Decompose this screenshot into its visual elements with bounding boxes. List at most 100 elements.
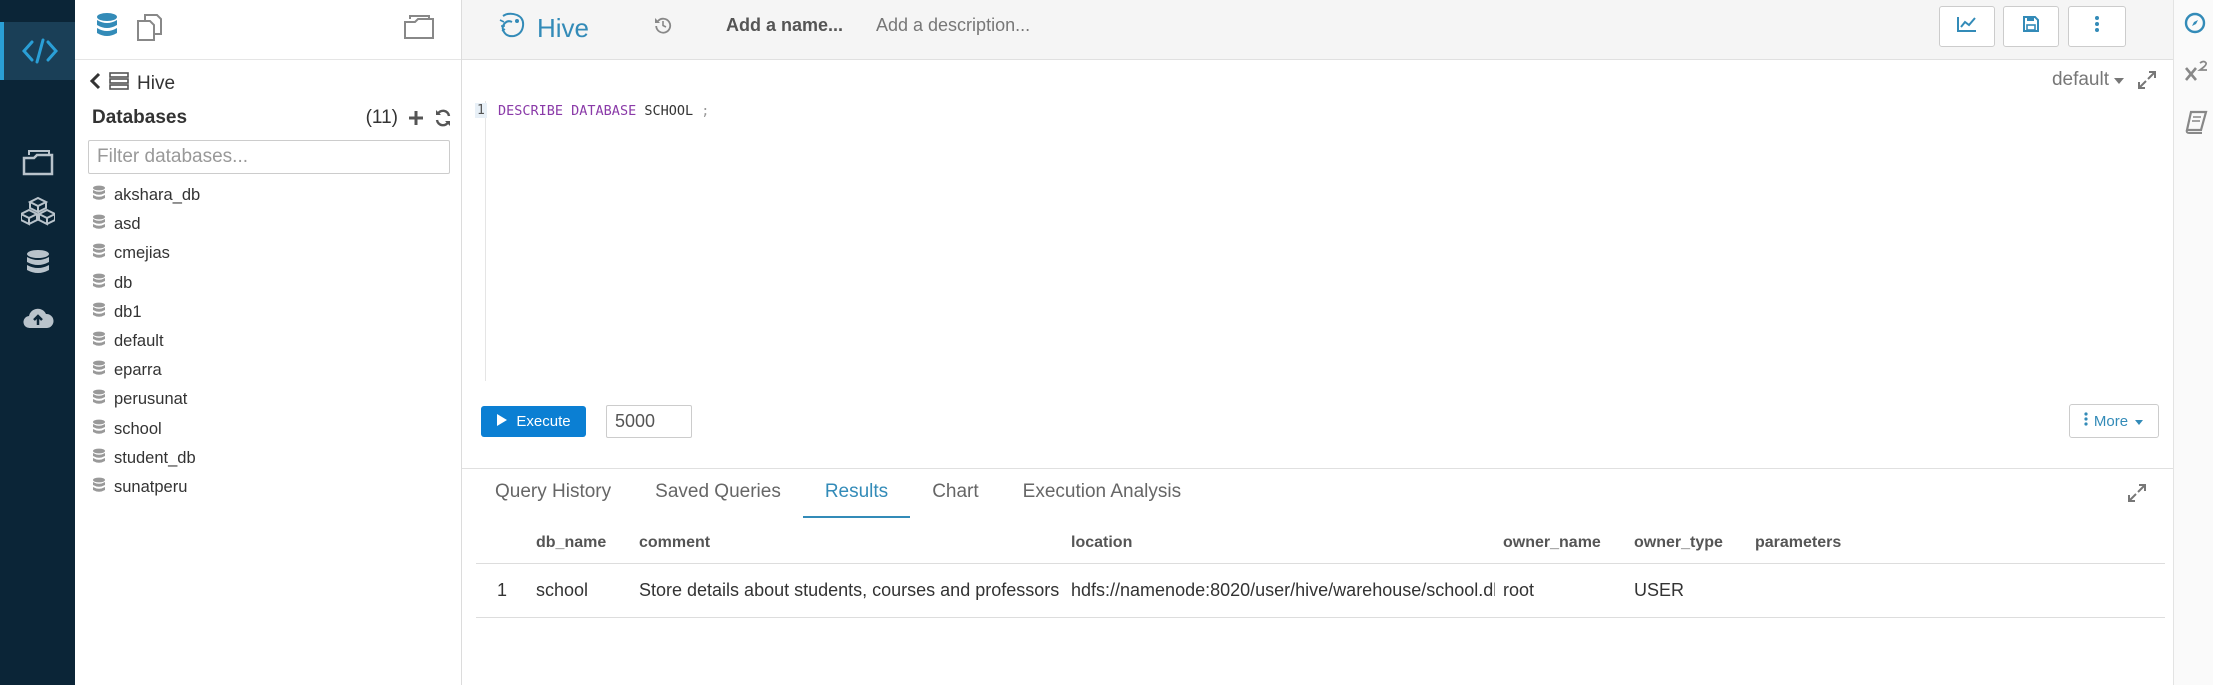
assist-panel: Hive Databases (11) akshara_dbasd cmejias… (75, 0, 462, 685)
chart-button[interactable] (1939, 6, 1995, 47)
database-name: db1 (114, 302, 142, 321)
column-header-owner-type[interactable]: owner_type (1626, 523, 1747, 564)
database-list-item[interactable]: eparra (92, 356, 200, 385)
sql-code[interactable]: DESCRIBE DATABASE SCHOOL ; (498, 103, 709, 119)
identifier-school: SCHOOL (644, 103, 694, 119)
row-limit-input[interactable] (606, 405, 692, 438)
right-assist-rail (2173, 0, 2213, 685)
documents-icon[interactable] (135, 12, 163, 47)
database-list-item[interactable]: school (92, 415, 200, 444)
breadcrumb[interactable]: Hive (89, 72, 175, 96)
more-actions-button[interactable] (2068, 6, 2126, 47)
sql-assist-icon[interactable] (95, 12, 119, 47)
left-nav-rail (0, 0, 75, 685)
database-icon (92, 389, 106, 410)
line-chart-icon (1956, 15, 1978, 38)
database-name: asd (114, 215, 141, 234)
assist-panel-header (75, 0, 461, 60)
database-list-item[interactable]: cmejias (92, 239, 200, 268)
database-list: akshara_dbasd cmejias db db1 default eparra pe… (92, 181, 200, 502)
databases-header: Databases (11) (92, 107, 452, 129)
database-icon (92, 448, 106, 469)
results-tabs: Query History Saved Queries Results Chart Ex… (495, 481, 1203, 518)
database-list-item[interactable]: asd (92, 210, 200, 239)
database-list-item[interactable]: db (92, 269, 200, 298)
row-index: 1 (476, 563, 528, 618)
results-header-row: db_name comment location owner_name owne… (476, 523, 2165, 564)
database-name: school (114, 419, 162, 438)
database-list-item[interactable]: student_db (92, 444, 200, 473)
files-icon[interactable] (0, 145, 75, 181)
database-list-item[interactable]: db1 (92, 298, 200, 327)
databases-title: Databases (92, 107, 188, 128)
database-name: cmejias (114, 244, 170, 263)
editor-main: Hive Add a name... Add a description... … (462, 0, 2173, 685)
database-icon (92, 185, 106, 206)
database-name: default (114, 332, 164, 351)
query-name-field[interactable]: Add a name... (726, 15, 843, 36)
column-header-owner-name[interactable]: owner_name (1495, 523, 1626, 564)
more-button[interactable]: More (2069, 404, 2159, 438)
database-name: db (114, 273, 133, 292)
column-header-db-name[interactable]: db_name (528, 523, 631, 564)
chevron-left-icon[interactable] (89, 72, 101, 96)
results-panel: Query History Saved Queries Results Chart Ex… (462, 468, 2173, 685)
expand-editor-icon[interactable] (2137, 70, 2157, 95)
execute-label: Execute (516, 413, 571, 430)
column-header-location[interactable]: location (1063, 523, 1495, 564)
tab-saved-queries[interactable]: Saved Queries (633, 481, 803, 518)
save-icon (2022, 15, 2040, 38)
functions-icon[interactable] (2184, 60, 2210, 89)
apps-icon[interactable] (0, 193, 75, 229)
vertical-ellipsis-icon (2094, 15, 2100, 38)
tab-execution-analysis[interactable]: Execution Analysis (1001, 481, 1203, 518)
table-row[interactable]: 1 school Store details about students, c… (476, 563, 2165, 618)
server-icon (109, 72, 129, 96)
filter-databases-input[interactable] (88, 140, 450, 174)
query-editor[interactable]: default 1 DESCRIBE DATABASE SCHOOL ; Exe… (462, 60, 2173, 468)
index-column-header (476, 523, 528, 564)
query-description-field[interactable]: Add a description... (876, 15, 1030, 36)
database-list-item[interactable]: sunatperu (92, 473, 200, 502)
editor-icon[interactable] (0, 22, 75, 80)
results-table: db_name comment location owner_name owne… (476, 523, 2165, 618)
importer-icon[interactable] (0, 300, 75, 336)
database-list-item[interactable]: perusunat (92, 385, 200, 414)
breadcrumb-label: Hive (137, 73, 176, 94)
keyword-database: DATABASE (571, 103, 637, 119)
caret-down-icon (2113, 69, 2125, 91)
execute-button[interactable]: Execute (481, 406, 586, 437)
compass-icon[interactable] (2184, 12, 2206, 39)
tab-query-history[interactable]: Query History (495, 481, 633, 518)
expand-results-icon[interactable] (2127, 483, 2147, 508)
database-name: student_db (114, 448, 196, 467)
caret-down-icon (2134, 413, 2144, 430)
database-name: eparra (114, 361, 162, 380)
book-icon[interactable] (2184, 110, 2208, 139)
editor-topbar: Hive Add a name... Add a description... (462, 0, 2173, 60)
database-icon (92, 477, 106, 498)
more-label: More (2093, 412, 2129, 430)
refresh-icon[interactable] (434, 109, 452, 127)
app-name: Hive (537, 13, 590, 43)
folder-icon[interactable] (403, 14, 435, 45)
tables-icon[interactable] (0, 246, 75, 282)
cell-location: hdfs://namenode:8020/user/hive/warehouse… (1063, 563, 1495, 618)
column-header-parameters[interactable]: parameters (1747, 523, 2165, 564)
database-icon (92, 214, 106, 235)
database-name: akshara_db (114, 186, 201, 205)
app-title[interactable]: Hive (497, 10, 589, 47)
cell-comment: Store details about students, courses an… (631, 563, 1063, 618)
plus-icon[interactable] (408, 110, 424, 126)
database-list-item[interactable]: default (92, 327, 200, 356)
semicolon: ; (701, 103, 710, 119)
database-list-item[interactable]: akshara_db (92, 181, 200, 210)
database-selector[interactable]: default (2052, 69, 2125, 91)
play-icon (496, 413, 508, 431)
save-button[interactable] (2003, 6, 2059, 47)
tab-results[interactable]: Results (802, 481, 911, 518)
tab-chart[interactable]: Chart (910, 481, 1000, 518)
column-header-comment[interactable]: comment (631, 523, 1063, 564)
cell-owner-name: root (1495, 563, 1626, 618)
history-icon[interactable] (654, 16, 672, 39)
